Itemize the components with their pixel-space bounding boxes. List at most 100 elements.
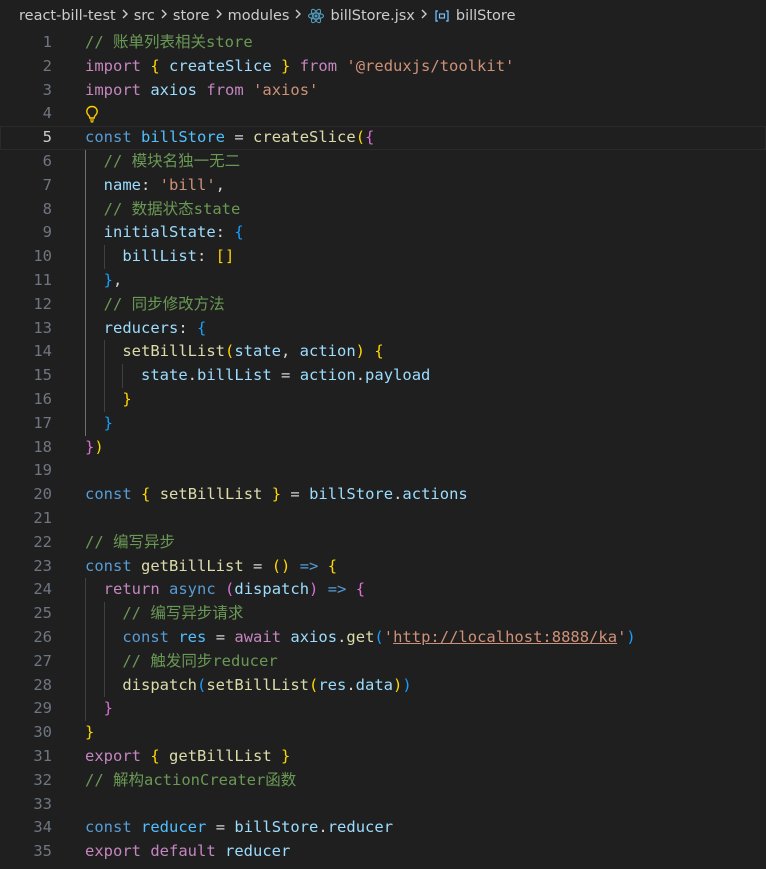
code-token: ( (308, 675, 319, 694)
code-line[interactable]: 35 export default reducer (0, 840, 766, 864)
code-token: = (215, 818, 226, 837)
code-token: ' (617, 628, 627, 646)
code-token: reducers (103, 318, 179, 337)
lightbulb-icon[interactable] (85, 102, 103, 126)
line-number: 1 (42, 33, 52, 51)
code-line[interactable]: 9 initialState: { (0, 221, 766, 245)
breadcrumb-item-store[interactable]: store (173, 8, 210, 24)
line-number: 5 (42, 128, 52, 147)
code-line[interactable]: 24 return async (dispatch) => { (0, 578, 766, 602)
code-token: ) (402, 675, 412, 694)
code-token: createSlice (253, 128, 356, 147)
breadcrumb-item-modules[interactable]: modules (228, 8, 290, 24)
line-number: 19 (33, 461, 52, 480)
code-line[interactable]: 28 dispatch(setBillList(res.data)) (0, 674, 766, 698)
code-line[interactable]: 21 (0, 507, 766, 531)
code-line[interactable]: 30} (0, 721, 766, 745)
code-token: getBillList (169, 747, 272, 765)
code-line[interactable]: 18}) (0, 436, 766, 460)
code-line[interactable]: 19 (0, 459, 766, 483)
code-line[interactable]: 3 import axios from 'axios' (0, 79, 766, 103)
code-line[interactable]: 13 reducers: { (0, 317, 766, 341)
code-line[interactable]: 2 import { createSlice } from '@reduxjs/t… (0, 55, 766, 79)
code-token: { (141, 485, 151, 504)
breadcrumb-item-src[interactable]: src (134, 8, 155, 24)
code-line[interactable]: 12 // 同步修改方法 (0, 293, 766, 317)
code-line[interactable]: 5 const billStore = createSlice({ (0, 126, 766, 150)
code-line[interactable]: 15 state.billList = action.payload (0, 364, 766, 388)
code-text: const reducer = billStore.reducer (85, 816, 393, 840)
code-line[interactable]: 33 (0, 793, 766, 817)
line-number: 2 (42, 56, 52, 75)
code-line[interactable]: 17 } (0, 412, 766, 436)
line-number: 21 (33, 509, 52, 527)
code-token: . (337, 628, 347, 646)
line-number: 33 (33, 794, 52, 813)
chevron-right-icon (210, 8, 228, 24)
code-line[interactable]: 31 export { getBillList } (0, 745, 766, 769)
code-token: : (196, 247, 216, 266)
code-token: billList (122, 247, 197, 266)
chevron-right-icon (116, 8, 134, 24)
code-line[interactable]: 14 setBillList(state, action) { (0, 340, 766, 364)
breadcrumb-label: billStore.jsx (330, 8, 415, 24)
code-text: const res = await axios.get('http://loca… (85, 626, 635, 650)
breadcrumb-item-billstore-jsx[interactable]: billStore.jsx (307, 7, 415, 25)
code-line[interactable]: 11 }, (0, 269, 766, 293)
code-token: { (150, 56, 160, 75)
code-line[interactable]: 4 (0, 102, 766, 126)
code-text: reducers: { (85, 317, 207, 341)
code-line[interactable]: 1 // 账单列表相关store (0, 31, 766, 55)
code-token: } (103, 271, 114, 289)
code-line[interactable]: 16 } (0, 388, 766, 412)
code-line[interactable]: 26 const res = await axios.get('http://l… (0, 626, 766, 650)
code-token: 'axios' (253, 80, 319, 99)
code-token: . (187, 366, 198, 385)
code-line[interactable]: 32 // 解构actionCreater函数 (0, 769, 766, 793)
code-token: dispatch (234, 580, 310, 599)
code-line[interactable]: 27 // 触发同步reducer (0, 650, 766, 674)
code-line[interactable]: 20 const { setBillList } = billStore.acti… (0, 483, 766, 507)
code-editor[interactable]: 1 // 账单列表相关store 2 import { createSlice } f… (0, 31, 766, 869)
code-text: import { createSlice } from '@reduxjs/to… (85, 55, 514, 79)
code-token: } (85, 437, 95, 456)
code-token: , (113, 271, 123, 289)
code-line[interactable]: 7 name: 'bill', (0, 174, 766, 198)
code-token: const (85, 818, 132, 837)
line-number: 17 (33, 413, 52, 432)
code-token: } (271, 485, 282, 504)
code-text: export { getBillList } (85, 745, 290, 769)
code-line[interactable]: 6 // 模块名独一无二 (0, 150, 766, 174)
code-line[interactable]: 22 // 编写异步 (0, 531, 766, 555)
code-token: get (346, 628, 375, 646)
code-line[interactable]: 34 const reducer = billStore.reducer (0, 816, 766, 840)
line-number: 8 (42, 199, 52, 218)
chevron-right-icon (415, 8, 433, 24)
breadcrumb-item-billstore[interactable]: billStore (433, 7, 516, 25)
code-token: import (85, 56, 141, 75)
line-number: 16 (33, 390, 52, 408)
code-line[interactable]: 8 // 数据状态state (0, 198, 766, 222)
code-line[interactable]: 29 } (0, 697, 766, 721)
code-text: // 触发同步reducer (85, 650, 277, 674)
breadcrumb-item-react-bill-test[interactable]: react-bill-test (19, 8, 116, 24)
code-line[interactable]: 23 const getBillList = () => { (0, 555, 766, 579)
code-token: setBillList (206, 675, 309, 694)
code-line[interactable]: 25 // 编写异步请求 (0, 602, 766, 626)
code-token: { (234, 223, 244, 242)
code-token: { (355, 580, 366, 599)
code-line[interactable]: 10 billList: [] (0, 245, 766, 269)
